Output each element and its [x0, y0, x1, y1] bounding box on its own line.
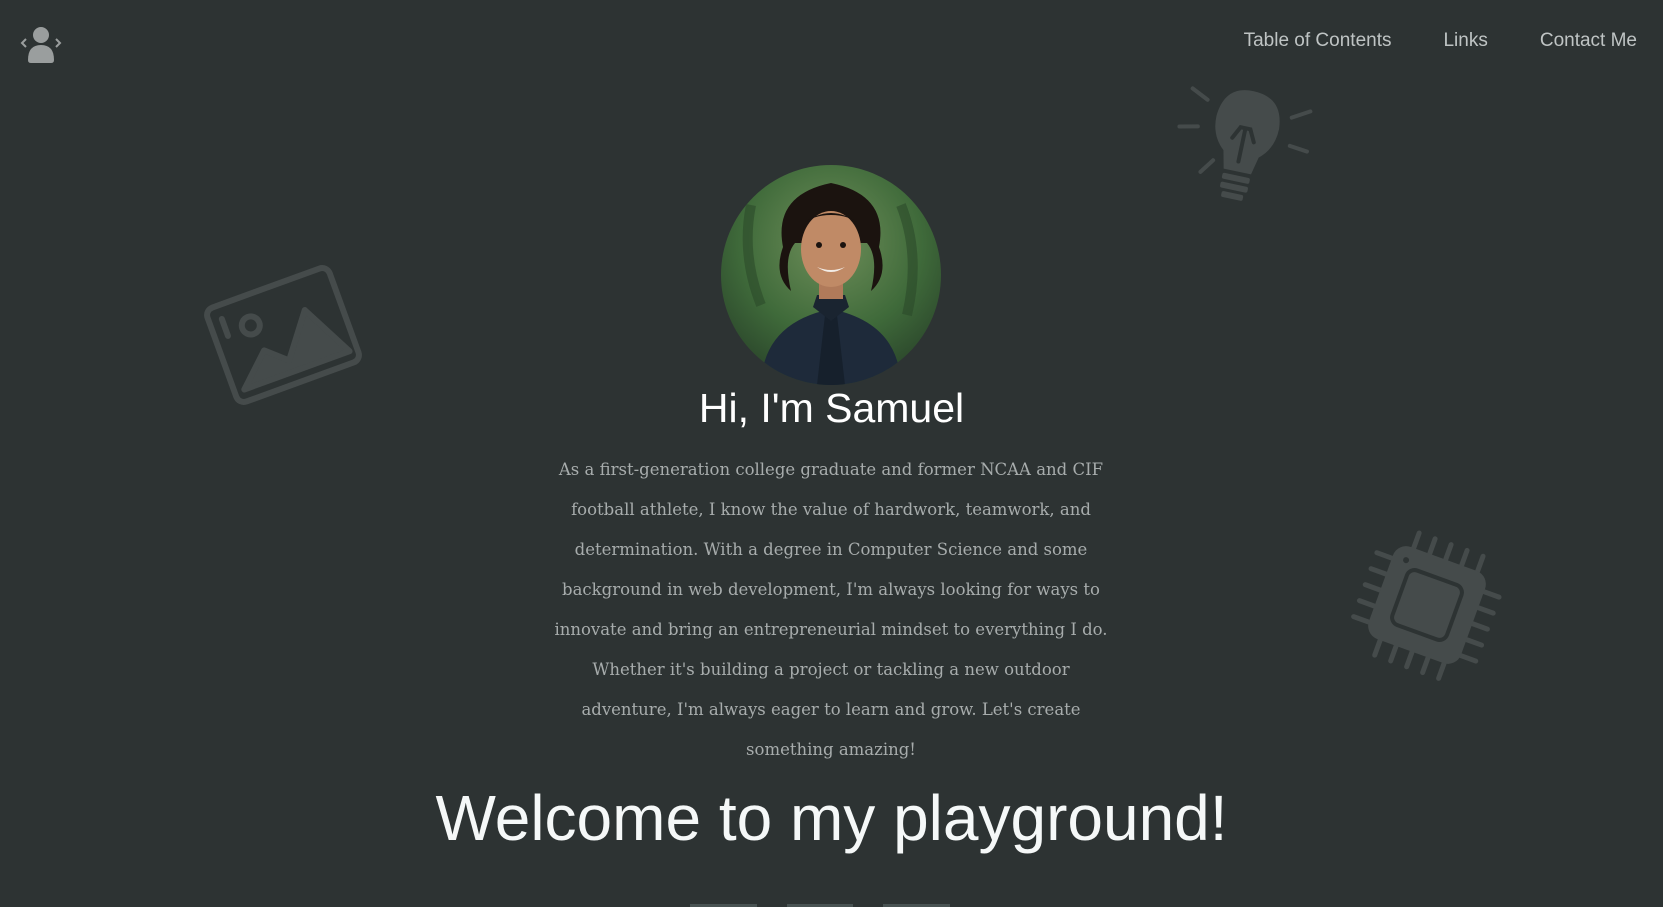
- navbar: Table of Contents Links Contact Me: [0, 0, 1663, 84]
- nav-link-links[interactable]: Links: [1443, 28, 1487, 54]
- nav-links: Table of Contents Links Contact Me: [1244, 28, 1637, 54]
- bio-text: As a first-generation college graduate a…: [554, 460, 1108, 759]
- playground-section-title: Welcome to my playground!: [435, 782, 1228, 854]
- logo-icon[interactable]: [20, 24, 62, 68]
- hero-title: Hi, I'm Samuel: [698, 385, 965, 431]
- chip-icon: [1340, 518, 1515, 693]
- lightbulb-icon: [1168, 80, 1318, 215]
- profile-photo: [721, 165, 941, 385]
- nav-link-table-of-contents[interactable]: Table of Contents: [1244, 28, 1392, 54]
- nav-link-contact-me[interactable]: Contact Me: [1540, 28, 1637, 54]
